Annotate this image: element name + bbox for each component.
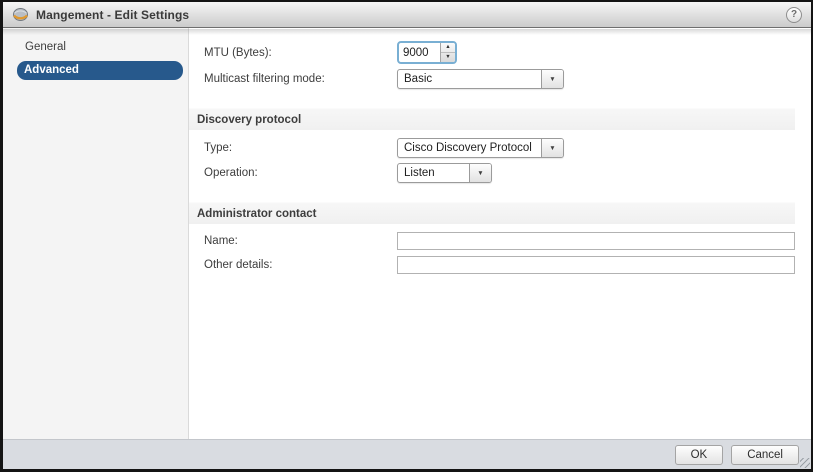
mtu-spinner[interactable]: ▲ ▼ xyxy=(397,41,457,64)
sidebar-item-advanced[interactable]: Advanced xyxy=(17,61,183,80)
sidebar-item-general[interactable]: General xyxy=(3,38,188,57)
type-selected-value: Cisco Discovery Protocol xyxy=(404,142,532,154)
other-details-label: Other details: xyxy=(204,259,273,271)
dialog-body: General Advanced MTU (Bytes): ▲ ▼ Multic… xyxy=(3,28,811,439)
operation-dropdown[interactable]: Listen ▼ xyxy=(397,163,492,183)
name-row: Name: xyxy=(204,232,795,250)
operation-row: Operation: Listen ▼ xyxy=(204,163,795,183)
multicast-dropdown[interactable]: Basic ▼ xyxy=(397,69,564,89)
operation-label: Operation: xyxy=(204,167,258,179)
mtu-spin-buttons: ▲ ▼ xyxy=(440,43,455,62)
operation-selected-value: Listen xyxy=(404,167,435,179)
other-details-field[interactable] xyxy=(397,256,795,274)
help-icon[interactable]: ? xyxy=(786,6,802,23)
edit-settings-dialog: Mangement - Edit Settings ? General Adva… xyxy=(0,0,813,472)
dialog-title: Mangement - Edit Settings xyxy=(36,7,190,22)
mtu-input[interactable] xyxy=(399,43,440,62)
resize-grip[interactable] xyxy=(800,458,810,468)
dialog-titlebar: Mangement - Edit Settings ? xyxy=(3,2,811,28)
mtu-label: MTU (Bytes): xyxy=(204,46,272,59)
other-details-row: Other details: xyxy=(204,256,795,274)
ok-button[interactable]: OK xyxy=(674,444,724,465)
multicast-selected-value: Basic xyxy=(404,73,433,85)
type-row: Type: Cisco Discovery Protocol ▼ xyxy=(204,138,795,158)
type-dropdown[interactable]: Cisco Discovery Protocol ▼ xyxy=(397,138,564,158)
spin-up-icon[interactable]: ▲ xyxy=(441,43,455,53)
type-label: Type: xyxy=(204,142,233,154)
dvswitch-icon xyxy=(12,7,29,22)
chevron-down-icon[interactable]: ▼ xyxy=(541,139,563,157)
cancel-button[interactable]: Cancel xyxy=(731,444,799,465)
chevron-down-icon[interactable]: ▼ xyxy=(469,164,491,182)
administrator-contact-section-header: Administrator contact xyxy=(189,202,795,224)
advanced-settings-panel: MTU (Bytes): ▲ ▼ Multicast filtering mod… xyxy=(189,28,811,439)
chevron-down-icon[interactable]: ▼ xyxy=(541,70,563,88)
dialog-footer: OK Cancel xyxy=(3,439,811,469)
mtu-row: MTU (Bytes): ▲ ▼ xyxy=(204,41,795,64)
multicast-row: Multicast filtering mode: Basic ▼ xyxy=(204,69,795,89)
name-label: Name: xyxy=(204,235,238,247)
spin-down-icon[interactable]: ▼ xyxy=(441,53,455,62)
name-field[interactable] xyxy=(397,232,795,250)
multicast-label: Multicast filtering mode: xyxy=(204,73,325,85)
settings-sidebar: General Advanced xyxy=(3,28,189,439)
discovery-protocol-section-header: Discovery protocol xyxy=(189,108,795,130)
